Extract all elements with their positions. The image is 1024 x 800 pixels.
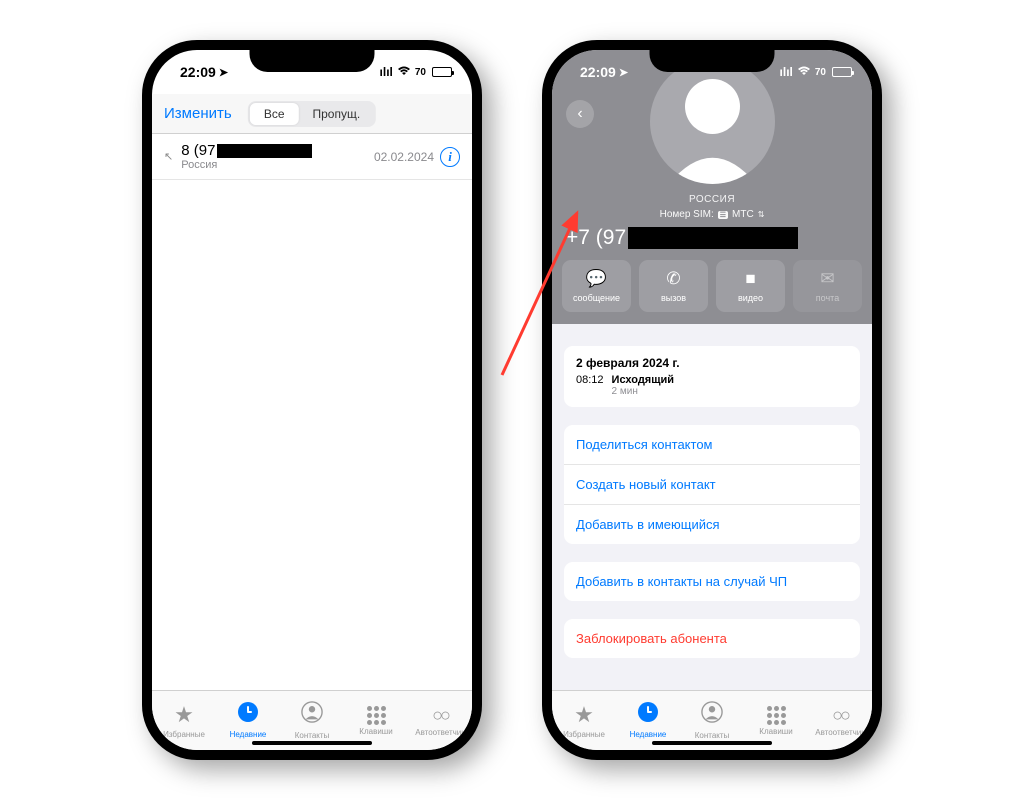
wifi-icon <box>797 65 811 79</box>
message-icon: 💬 <box>586 269 607 289</box>
status-time: 22:09 <box>180 64 216 80</box>
call-date: 02.02.2024 <box>374 150 434 164</box>
edit-button[interactable]: Изменить <box>164 105 232 122</box>
share-contact-button[interactable]: Поделиться контактом <box>564 425 860 465</box>
voicemail-icon: ○○ <box>832 705 848 726</box>
country-label: РОССИЯ <box>552 194 872 205</box>
home-indicator[interactable] <box>252 741 372 745</box>
redacted-number <box>628 227 798 249</box>
contact-hero: 22:09 ➤ ılıl 70 ‹ РОССИЯ Номер SIM: ☰ МТ… <box>552 50 872 324</box>
battery-text: 70 <box>815 67 826 78</box>
cellular-icon: ılıl <box>780 65 793 79</box>
location-icon: ➤ <box>619 66 628 79</box>
tab-voicemail[interactable]: ○○Автоответчик <box>808 691 872 750</box>
location-icon: ➤ <box>219 66 228 79</box>
clock-icon <box>638 702 658 728</box>
options-list-3: Заблокировать абонента <box>564 619 860 658</box>
voicemail-icon: ○○ <box>432 705 448 726</box>
info-button[interactable]: i <box>440 147 460 167</box>
block-caller-button[interactable]: Заблокировать абонента <box>564 619 860 658</box>
call-info: 8 (97 Россия <box>181 142 374 171</box>
tab-favorites[interactable]: ★Избранные <box>152 691 216 750</box>
phone-icon: ✆ <box>666 269 680 289</box>
phone-mockup-left: 22:09 ➤ ılıl 70 Изменить Все Пропущ. ↗ <box>142 40 482 760</box>
segment-all[interactable]: Все <box>250 103 299 125</box>
phone-number[interactable]: +7 (97 <box>552 220 872 260</box>
battery-icon <box>832 67 852 77</box>
person-icon <box>301 701 323 729</box>
segmented-control: Все Пропущ. <box>248 101 376 127</box>
chevron-updown-icon: ⇅ <box>758 210 765 219</box>
log-date: 2 февраля 2024 г. <box>576 356 848 370</box>
keypad-icon <box>767 706 786 725</box>
mail-icon: ✉ <box>820 269 834 289</box>
person-icon <box>701 701 723 729</box>
contact-content[interactable]: 2 февраля 2024 г. 08:12 Исходящий 2 мин … <box>552 324 872 690</box>
log-type: Исходящий <box>612 374 675 386</box>
redacted-number <box>217 144 312 158</box>
log-duration: 2 мин <box>612 386 675 397</box>
call-row[interactable]: ↗ 8 (97 Россия 02.02.2024 i <box>152 134 472 180</box>
star-icon: ★ <box>174 702 194 728</box>
create-contact-button[interactable]: Создать новый контакт <box>564 465 860 505</box>
tab-favorites[interactable]: ★Избранные <box>552 691 616 750</box>
segment-missed[interactable]: Пропущ. <box>299 103 375 125</box>
star-icon: ★ <box>574 702 594 728</box>
battery-text: 70 <box>415 67 426 78</box>
wifi-icon <box>397 65 411 79</box>
notch <box>650 40 775 72</box>
options-list-2: Добавить в контакты на случай ЧП <box>564 562 860 601</box>
screen-contact-card: 22:09 ➤ ılıl 70 ‹ РОССИЯ Номер SIM: ☰ МТ… <box>552 50 872 750</box>
call-button[interactable]: ✆вызов <box>639 260 708 312</box>
call-location: Россия <box>181 159 374 171</box>
add-existing-button[interactable]: Добавить в имеющийся <box>564 505 860 544</box>
battery-icon <box>432 67 452 77</box>
sim-info[interactable]: Номер SIM: ☰ МТС ⇅ <box>552 209 872 220</box>
cellular-icon: ılıl <box>380 65 393 79</box>
emergency-contact-button[interactable]: Добавить в контакты на случай ЧП <box>564 562 860 601</box>
video-icon: ■ <box>745 269 755 289</box>
video-button[interactable]: ■видео <box>716 260 785 312</box>
home-indicator[interactable] <box>652 741 772 745</box>
options-list-1: Поделиться контактом Создать новый конта… <box>564 425 860 544</box>
mail-button: ✉почта <box>793 260 862 312</box>
recents-list[interactable]: ↗ 8 (97 Россия 02.02.2024 i <box>152 134 472 690</box>
action-row: 💬сообщение ✆вызов ■видео ✉почта <box>552 260 872 312</box>
log-time: 08:12 <box>576 374 604 397</box>
outgoing-call-icon: ↗ <box>164 150 173 163</box>
message-button[interactable]: 💬сообщение <box>562 260 631 312</box>
keypad-icon <box>367 706 386 725</box>
nav-bar: Изменить Все Пропущ. <box>152 94 472 134</box>
screen-recents: 22:09 ➤ ılıl 70 Изменить Все Пропущ. ↗ <box>152 50 472 750</box>
clock-icon <box>238 702 258 728</box>
tab-voicemail[interactable]: ○○Автоответчик <box>408 691 472 750</box>
notch <box>250 40 375 72</box>
status-time: 22:09 <box>580 64 616 80</box>
back-button[interactable]: ‹ <box>566 100 594 128</box>
sim-badge-icon: ☰ <box>718 211 728 219</box>
call-number: 8 (97 <box>181 142 215 159</box>
call-log-card: 2 февраля 2024 г. 08:12 Исходящий 2 мин <box>564 346 860 407</box>
phone-mockup-right: 22:09 ➤ ılıl 70 ‹ РОССИЯ Номер SIM: ☰ МТ… <box>542 40 882 760</box>
